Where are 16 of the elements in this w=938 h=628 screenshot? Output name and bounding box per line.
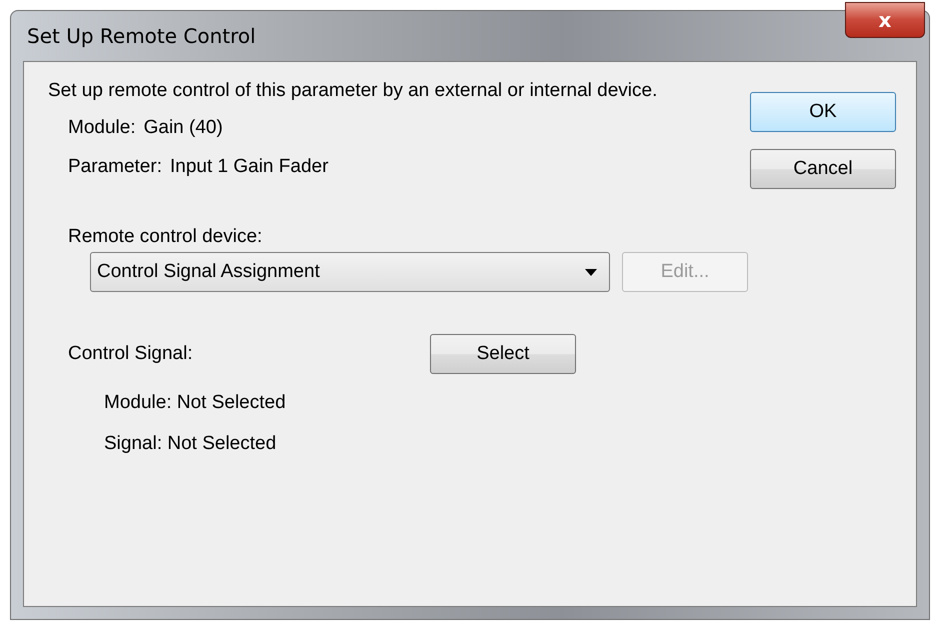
instruction-text: Set up remote control of this parameter by an external or internal device. xyxy=(48,80,658,101)
window-title: Set Up Remote Control xyxy=(26,24,256,48)
info-value: Gain (40) xyxy=(144,116,223,138)
info-label: Parameter: xyxy=(68,156,162,178)
status-text: Signal: Not Selected xyxy=(104,432,278,456)
info-value: Input 1 Gain Fader xyxy=(170,156,328,178)
field-label: Remote control device: xyxy=(68,226,264,248)
dialog-button[interactable]: OK xyxy=(750,92,896,132)
select-button[interactable]: Select xyxy=(430,334,576,374)
device-dropdown[interactable]: Control Signal Assignment xyxy=(90,252,610,292)
field-label: Control Signal: xyxy=(68,343,194,365)
dropdown-caret-icon xyxy=(585,268,597,276)
dialog-button[interactable]: Cancel xyxy=(750,149,896,189)
close-button[interactable]: x xyxy=(845,2,925,38)
status-text: Module: Not Selected xyxy=(104,390,287,414)
info-label: Module: xyxy=(68,116,136,138)
